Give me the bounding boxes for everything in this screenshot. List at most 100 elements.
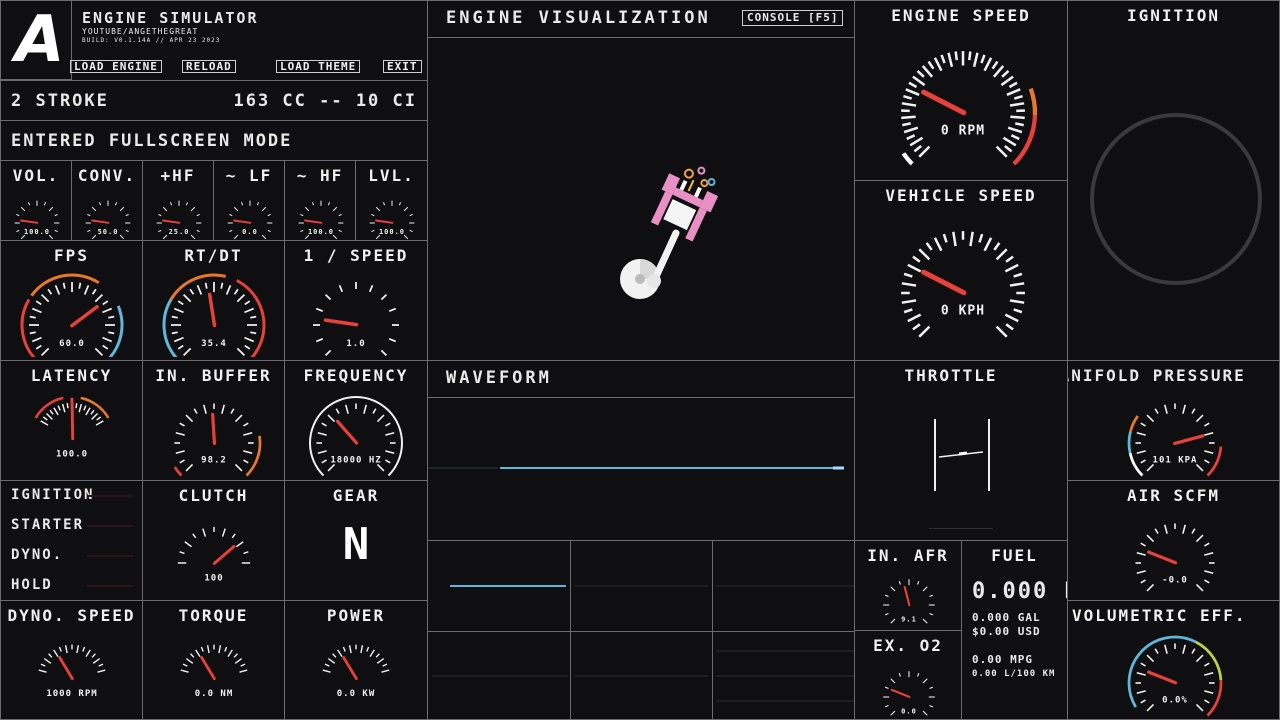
rtdt-title: RT/DT: [184, 246, 243, 265]
fps-gauge-tick: [94, 293, 104, 303]
vol-eff-gauge-band-2: [1206, 680, 1223, 717]
fps-gauge: 60.0: [20, 273, 124, 357]
audio-hf2-gauge-tick: [327, 202, 331, 206]
frequency-gauge: 18000 HZ: [309, 396, 403, 477]
starter-switch-label[interactable]: STARTER: [11, 517, 84, 533]
dyno-speed-gauge[interactable]: 1000 RPM: [27, 633, 117, 717]
manifold-panel: MANIFOLD PRESSURE 101 KPA: [1067, 360, 1280, 481]
exo2-gauge-value: 0.0: [901, 708, 917, 716]
afr-gauge-tick: [890, 618, 896, 624]
in-buffer-gauge-tick: [243, 431, 253, 436]
vol-eff-gauge-tick: [1191, 648, 1196, 654]
dyno-switch-indicator[interactable]: [87, 555, 133, 557]
speed-gauge[interactable]: 1.0: [301, 269, 411, 357]
ignition-switch-label[interactable]: IGNITION: [11, 487, 94, 503]
engine-speed-gauge-tick: [991, 60, 999, 70]
throttle-baseline: [929, 528, 993, 529]
engine-speed-gauge-tick: [1006, 88, 1021, 96]
audio-hf2-gauge-tick: [300, 229, 304, 233]
dyno-switch-label[interactable]: DYNO.: [11, 547, 63, 563]
load-theme-button[interactable]: LOAD THEME: [276, 60, 361, 73]
manifold-gauge-tick: [1140, 422, 1146, 427]
manifold-gauge-band-1: [1127, 431, 1132, 454]
audio-lvl-gauge-tick: [409, 213, 413, 217]
hold-switch-indicator[interactable]: [87, 585, 133, 587]
power-gauge-tick: [360, 645, 364, 654]
frequency-gauge-tick: [385, 431, 395, 436]
audio-hf-panel: +HF 25.0: [142, 160, 214, 241]
console-button[interactable]: CONSOLE [F5]: [742, 10, 844, 26]
audio-lvl-gauge-tick: [375, 206, 381, 212]
frequency-gauge-needle: [335, 419, 359, 445]
audio-hf-gauge-tick: [162, 234, 168, 239]
afr-panel: IN. AFR 9.1: [854, 540, 962, 631]
power-gauge-tick: [337, 649, 343, 658]
afr-gauge-tick: [884, 594, 889, 597]
audio-lf-gauge-value: 0.0: [242, 228, 258, 236]
engine-speed-gauge-tick: [947, 52, 954, 68]
load-engine-button[interactable]: LOAD ENGINE: [70, 60, 162, 73]
audio-hf2-title: ~ HF: [296, 166, 344, 185]
latency-gauge-tick: [61, 403, 66, 413]
audio-lvl-gauge-tick: [403, 206, 409, 212]
in-buffer-gauge-band-0: [173, 466, 183, 477]
engine-speed-gauge: 0 RPM: [901, 51, 1038, 166]
afr-gauge-tick: [922, 586, 928, 592]
fps-gauge-tick: [102, 300, 109, 306]
torque-panel: TORQUE 0.0 NM: [142, 600, 285, 720]
rtdt-gauge-tick: [244, 344, 251, 350]
audio-conv-gauge[interactable]: 50.0: [78, 191, 138, 239]
clutch-gauge-tick: [231, 533, 236, 539]
exit-button[interactable]: EXIT: [383, 60, 422, 73]
hold-switch-label[interactable]: HOLD: [11, 577, 53, 593]
latency-gauge-tick: [91, 412, 99, 420]
audio-vol-gauge-tick: [16, 213, 20, 217]
latency-gauge-tick: [83, 405, 87, 411]
ignition-ring: [1090, 113, 1262, 285]
vehicle-speed-panel: VEHICLE SPEED 0 KPH: [854, 180, 1068, 361]
audio-vol-gauge[interactable]: 100.0: [7, 191, 67, 239]
in-buffer-gauge-tick: [221, 404, 226, 414]
engine-speed-gauge-tick: [1009, 102, 1025, 107]
clutch-gauge[interactable]: 100: [169, 515, 259, 597]
audio-lf-gauge-tick: [256, 202, 260, 206]
audio-hf-gauge[interactable]: 25.0: [149, 191, 209, 239]
manifold-gauge-tick: [1154, 408, 1159, 414]
vehicle-speed-gauge: 0 KPH: [901, 231, 1025, 338]
audio-lf-gauge[interactable]: 0.0: [220, 191, 280, 239]
air-scfm-gauge: -0.0: [1135, 523, 1215, 592]
manifold-gauge-band-2: [1129, 415, 1139, 432]
vol-eff-gauge-value: 0.0%: [1162, 695, 1188, 705]
torque-gauge-tick: [218, 645, 222, 654]
fuel-usd: $0.00 USD: [972, 625, 1041, 638]
starter-switch-indicator[interactable]: [87, 525, 133, 527]
frequency-gauge-tick: [385, 422, 391, 427]
ignition-switch-indicator[interactable]: [87, 495, 133, 497]
power-gauge-tick: [322, 669, 331, 673]
manifold-gauge-tick: [1204, 450, 1214, 455]
throttle-body[interactable]: [925, 417, 995, 497]
ignition-title: IGNITION: [1126, 6, 1221, 25]
audio-lvl-gauge[interactable]: 100.0: [362, 191, 422, 239]
dyno-speed-gauge-tick: [97, 669, 106, 673]
reload-button[interactable]: RELOAD: [182, 60, 236, 73]
power-gauge: 0.0 KW: [322, 644, 390, 699]
frequency-gauge-value: 18000 HZ: [330, 455, 381, 465]
rtdt-gauge: 35.4: [162, 273, 266, 357]
vehicle-speed-gauge-tick: [1004, 263, 1019, 273]
vehicle-speed-gauge-tick: [1009, 282, 1025, 287]
audio-hf2-gauge[interactable]: 100.0: [291, 191, 351, 239]
latency-gauge[interactable]: 100.0: [27, 391, 117, 479]
frequency-gauge-tick: [327, 463, 336, 472]
latency-gauge-value: 100.0: [56, 450, 88, 460]
speed-gauge-value: 1.0: [346, 339, 365, 349]
fps-gauge-tick: [35, 300, 42, 306]
engine-render[interactable]: [608, 151, 738, 311]
fps-panel: FPS 60.0: [0, 240, 143, 361]
fps-gauge-band-0: [20, 298, 36, 357]
dyno-speed-gauge-tick: [43, 658, 52, 664]
audio-vol-title: VOL.: [12, 166, 60, 185]
air-scfm-gauge-tick: [1146, 583, 1155, 592]
vol-eff-gauge-tick: [1204, 699, 1210, 704]
fps-gauge-tick: [40, 347, 50, 357]
